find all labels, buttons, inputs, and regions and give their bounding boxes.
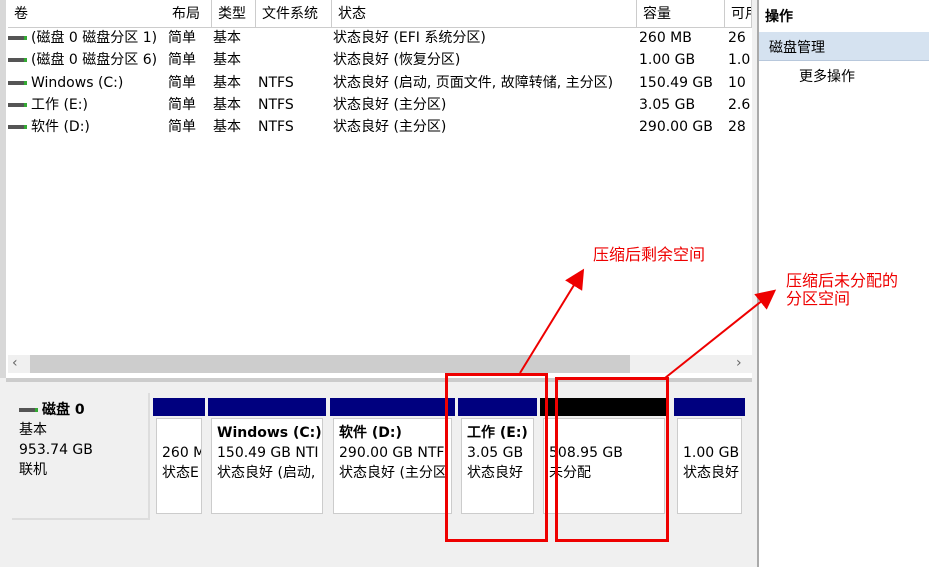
arrow-remaining	[519, 268, 585, 374]
note-unallocated-2: 分区空间	[786, 289, 851, 308]
note-remaining: 压缩后剩余空间	[593, 245, 706, 264]
arrow-unallocated	[664, 289, 777, 379]
note-unallocated-1: 压缩后未分配的	[786, 271, 899, 290]
